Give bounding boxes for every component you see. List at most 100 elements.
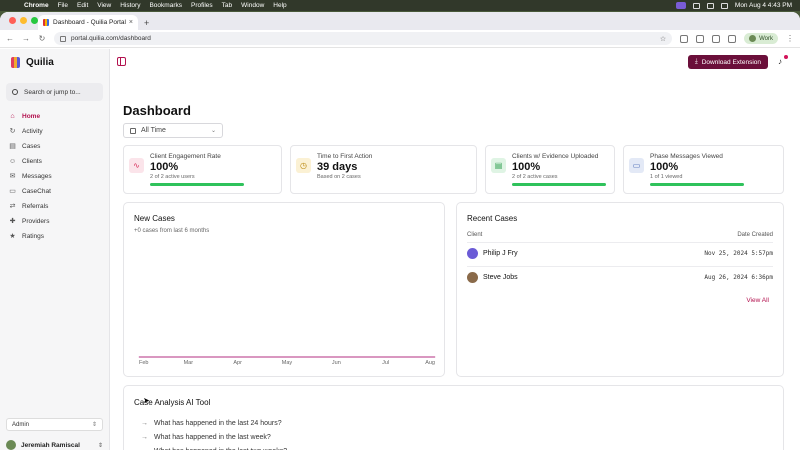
stat-subtext: 1 of 1 viewed: [650, 174, 683, 180]
profile-label: Work: [759, 35, 773, 42]
chevron-updown-icon: ⇕: [91, 422, 97, 428]
menu-bookmarks[interactable]: Bookmarks: [149, 2, 182, 9]
providers-icon: ✚: [9, 218, 16, 225]
role-select[interactable]: Admin ⇕: [6, 418, 103, 431]
menu-window[interactable]: Window: [241, 2, 264, 9]
notifications-bell-icon[interactable]: ♪: [778, 55, 788, 67]
sidebar-toggle-icon[interactable]: [117, 57, 126, 66]
sidebar-item-messages[interactable]: ✉ Messages: [0, 169, 109, 184]
menu-app-name[interactable]: Chrome: [24, 2, 49, 9]
forward-button[interactable]: →: [22, 34, 30, 43]
stat-card: ▤ Clients w/ Evidence Uploaded 100% 2 of 2 …: [485, 145, 615, 194]
menu-tab[interactable]: Tab: [222, 2, 232, 9]
stat-card: ◷ Time to First Action 39 days Based on 2 c…: [290, 145, 477, 194]
ai-suggested-question[interactable]: → What has happened in the last 24 hours?: [141, 420, 282, 427]
sidepanel-icon[interactable]: [728, 34, 737, 43]
screen-record-icon[interactable]: [675, 2, 686, 9]
arrow-right-icon: →: [141, 434, 148, 441]
sidebar-item-cases[interactable]: ▤ Cases: [0, 139, 109, 154]
user-menu[interactable]: Jeremiah Ramiscal ⇕: [6, 438, 103, 450]
table-row[interactable]: Philip J Fry Nov 25, 2024 5:57pm: [467, 242, 773, 264]
ai-suggested-question[interactable]: → What has happened in the last week?: [141, 434, 271, 441]
menu-file[interactable]: File: [58, 2, 68, 9]
download-extension-button[interactable]: ⤓ Download Extension: [687, 55, 768, 69]
sidebar-item-activity[interactable]: ↻ Activity: [0, 124, 109, 139]
x-tick-label: Aug: [425, 360, 435, 366]
stat-label: Client Engagement Rate: [150, 153, 221, 160]
data-point: [187, 356, 189, 358]
stat-progress-bar: [650, 183, 744, 186]
client-name: Steve Jobs: [483, 274, 518, 281]
table-row[interactable]: Steve Jobs Aug 26, 2024 6:36pm: [467, 266, 773, 288]
menu-profiles[interactable]: Profiles: [191, 2, 213, 9]
extensions-puzzle-icon[interactable]: [712, 34, 721, 43]
page-title: Dashboard: [123, 103, 191, 118]
sidebar-nav: ⌂ Home ↻ Activity ▤ Cases ☺ Clients ✉ Messages ▭ Ca…: [0, 109, 109, 244]
profile-button[interactable]: Work: [744, 33, 778, 44]
x-tick-label: Jun: [332, 360, 341, 366]
view-all-link[interactable]: View All: [746, 297, 769, 304]
zoom-window-button[interactable]: [31, 17, 38, 24]
extension-icon[interactable]: [680, 34, 689, 43]
address-bar[interactable]: portal.quilia.com/dashboard ☆: [54, 32, 673, 45]
menu-view[interactable]: View: [97, 2, 111, 9]
menu-edit[interactable]: Edit: [77, 2, 88, 9]
time-range-select[interactable]: All Time ⌄: [123, 123, 223, 138]
sidebar-item-label: Providers: [22, 218, 50, 225]
clock[interactable]: Mon Aug 4 4:43 PM: [735, 2, 792, 9]
stat-value: 39 days: [317, 161, 358, 173]
sidebar-item-ratings[interactable]: ★ Ratings: [0, 229, 109, 244]
col-date-created: Date Created: [737, 232, 773, 238]
url-text: portal.quilia.com/dashboard: [71, 35, 151, 42]
menu-history[interactable]: History: [120, 2, 140, 9]
message-icon: ▭: [629, 158, 644, 173]
wifi-icon[interactable]: [720, 2, 728, 9]
sidebar-item-referrals[interactable]: ⇄ Referrals: [0, 199, 109, 214]
extension-icon[interactable]: [696, 34, 705, 43]
browser-tab[interactable]: Dashboard - Quilia Portal ×: [38, 15, 138, 30]
brand[interactable]: Quilia: [0, 49, 109, 75]
stat-label: Phase Messages Viewed: [650, 153, 723, 160]
site-info-icon[interactable]: [60, 35, 66, 42]
sidebar: Quilia Search or jump to... ⌂ Home ↻ Activi…: [0, 49, 110, 450]
minimize-window-button[interactable]: [20, 17, 27, 24]
referrals-icon: ⇄: [9, 203, 16, 210]
cases-icon: ▤: [9, 143, 16, 150]
apple-icon[interactable]: [8, 2, 16, 10]
data-point: [335, 356, 337, 358]
x-tick-label: Jul: [382, 360, 389, 366]
stat-subtext: 2 of 2 active users: [150, 174, 195, 180]
recent-cases-header: Client Date Created: [467, 232, 773, 238]
browser-menu-icon[interactable]: ⋮: [786, 34, 794, 43]
col-client: Client: [467, 232, 483, 238]
search-input[interactable]: Search or jump to...: [6, 83, 103, 101]
sidebar-item-casechat[interactable]: ▭ CaseChat: [0, 184, 109, 199]
bookmark-star-icon[interactable]: ☆: [660, 35, 666, 43]
calendar-icon: [130, 127, 136, 134]
battery-icon[interactable]: [706, 2, 714, 9]
case-date: Nov 25, 2024 5:57pm: [704, 250, 773, 257]
back-button[interactable]: ←: [6, 34, 14, 43]
client-avatar: [467, 248, 478, 259]
app-root: Quilia Search or jump to... ⌂ Home ↻ Activi…: [0, 49, 800, 450]
ai-tool-card: Case Analysis AI Tool → What has happened…: [123, 385, 784, 450]
close-tab-icon[interactable]: ×: [129, 19, 133, 26]
notification-dot: [784, 55, 788, 59]
sidebar-item-providers[interactable]: ✚ Providers: [0, 214, 109, 229]
sidebar-item-home[interactable]: ⌂ Home: [0, 109, 109, 124]
main-content: ⤓ Download Extension ♪ Dashboard All Tim…: [110, 49, 800, 450]
sidebar-item-label: Home: [22, 113, 41, 120]
menu-help[interactable]: Help: [273, 2, 286, 9]
recent-cases-card: Recent Cases Client Date Created Philip …: [456, 202, 784, 377]
quilia-favicon-icon: [43, 19, 49, 26]
window-icon[interactable]: [692, 2, 700, 9]
recent-cases-title: Recent Cases: [467, 214, 518, 223]
new-tab-button[interactable]: +: [144, 18, 149, 28]
close-window-button[interactable]: [9, 17, 16, 24]
reload-button[interactable]: ↻: [38, 34, 46, 43]
sidebar-item-label: Messages: [22, 173, 52, 180]
question-text: What has happened in the last 24 hours?: [154, 420, 282, 427]
x-tick-label: Mar: [184, 360, 194, 366]
macos-menu-bar: Chrome File Edit View History Bookmarks …: [0, 0, 800, 11]
sidebar-item-clients[interactable]: ☺ Clients: [0, 154, 109, 169]
